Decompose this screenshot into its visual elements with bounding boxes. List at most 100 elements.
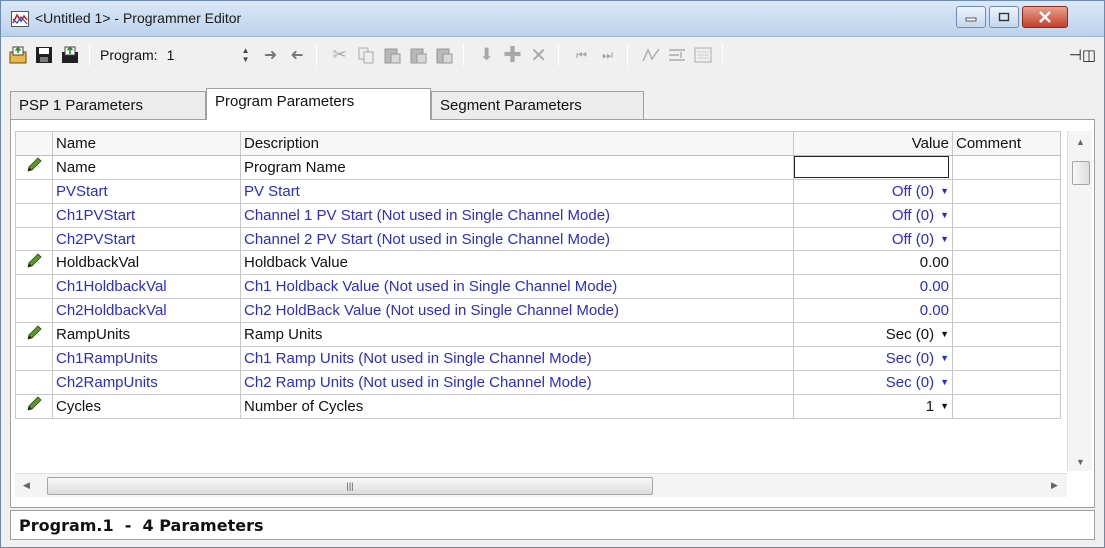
cell-name[interactable]: Ch2PVStart <box>52 226 241 252</box>
minimize-button[interactable] <box>956 6 986 28</box>
cell-comment[interactable] <box>952 226 1061 252</box>
cell-description[interactable]: Ch1 Ramp Units (Not used in Single Chann… <box>240 346 794 371</box>
table-row[interactable]: Ch2PVStart Channel 2 PV Start (Not used i… <box>15 226 1061 252</box>
cell-value[interactable]: Sec (0) ▼ <box>793 322 953 348</box>
table-row[interactable]: Ch1PVStart Channel 1 PV Start (Not used i… <box>15 202 1061 228</box>
cell-description[interactable]: Ch2 HoldBack Value (Not used in Single C… <box>240 298 794 324</box>
cell-value[interactable]: Off (0) ▼ <box>793 202 953 228</box>
pin-icon[interactable]: ⊣◫ <box>1069 46 1096 64</box>
cell-name[interactable]: Ch1PVStart <box>52 202 241 228</box>
table-row[interactable]: Ch2RampUnits Ch2 Ramp Units (Not used in … <box>15 369 1061 395</box>
column-header-description[interactable]: Description <box>240 131 794 156</box>
dropdown-arrow-icon[interactable]: ▼ <box>940 377 949 387</box>
delete-icon[interactable]: ✕ <box>528 44 550 67</box>
cell-comment[interactable] <box>952 154 1061 180</box>
cell-description[interactable]: Channel 2 PV Start (Not used in Single C… <box>240 226 794 252</box>
cell-value[interactable]: 0.00 <box>793 250 953 276</box>
table-row[interactable]: Ch1RampUnits Ch1 Ramp Units (Not used in … <box>15 346 1061 371</box>
last-icon[interactable]: ⏭ <box>597 44 619 66</box>
cell-name[interactable]: PVStart <box>52 178 241 204</box>
cell-comment[interactable] <box>952 274 1061 300</box>
add-icon[interactable]: ✚ <box>502 42 524 67</box>
paste-after-icon[interactable] <box>433 44 455 66</box>
cell-value[interactable] <box>793 154 953 180</box>
cut-icon[interactable]: ✂ <box>329 44 351 66</box>
cell-comment[interactable] <box>952 322 1061 348</box>
cell-comment[interactable] <box>952 250 1061 276</box>
tab-psp1-parameters[interactable]: PSP 1 Parameters <box>10 91 206 119</box>
align-icon[interactable] <box>666 44 688 66</box>
spinner-icon[interactable]: ▲ ▼ <box>240 44 252 66</box>
cell-description[interactable]: Number of Cycles <box>240 393 794 419</box>
first-icon[interactable]: ⏮ <box>571 44 593 66</box>
insert-down-icon[interactable]: ⬇ <box>476 44 498 66</box>
horizontal-scroll-thumb[interactable]: ||| <box>47 477 653 495</box>
scroll-up-icon[interactable]: ▲ <box>1076 137 1085 147</box>
cell-description[interactable]: Channel 1 PV Start (Not used in Single C… <box>240 202 794 228</box>
cell-comment[interactable] <box>952 393 1061 419</box>
column-header-name[interactable]: Name <box>52 131 241 156</box>
dropdown-arrow-icon[interactable]: ▼ <box>940 401 949 411</box>
cell-comment[interactable] <box>952 178 1061 204</box>
column-header-value[interactable]: Value <box>793 131 953 156</box>
cell-name[interactable]: Ch1RampUnits <box>52 346 241 371</box>
cell-name[interactable]: Ch1HoldbackVal <box>52 274 241 300</box>
cell-name[interactable]: HoldbackVal <box>52 250 241 276</box>
cell-value[interactable]: 0.00 <box>793 298 953 324</box>
paste-before-icon[interactable] <box>407 44 429 66</box>
horizontal-scrollbar[interactable]: ◀ ||| ▶ <box>15 473 1067 497</box>
tab-program-parameters[interactable]: Program Parameters <box>206 88 431 120</box>
cell-value[interactable]: Off (0) ▼ <box>793 178 953 204</box>
save-as-icon[interactable] <box>59 44 81 66</box>
save-icon[interactable] <box>33 44 55 66</box>
vertical-scroll-thumb[interactable] <box>1072 161 1090 185</box>
table-row[interactable]: Name Program Name <box>15 154 1061 180</box>
arrow-right-icon[interactable]: ➜ <box>260 44 282 66</box>
dropdown-arrow-icon[interactable]: ▼ <box>940 353 949 363</box>
cell-name[interactable]: Ch2RampUnits <box>52 369 241 395</box>
cell-value[interactable]: 1 ▼ <box>793 393 953 419</box>
cell-description[interactable]: Ch1 Holdback Value (Not used in Single C… <box>240 274 794 300</box>
vertical-scrollbar[interactable]: ▲ ▼ <box>1067 131 1092 471</box>
table-row[interactable]: Ch2HoldbackVal Ch2 HoldBack Value (Not us… <box>15 298 1061 324</box>
dropdown-arrow-icon[interactable]: ▼ <box>940 210 949 220</box>
value-edit-field[interactable] <box>794 156 949 179</box>
dropdown-arrow-icon[interactable]: ▼ <box>940 186 949 196</box>
close-button[interactable] <box>1022 6 1068 28</box>
list-icon[interactable] <box>692 44 714 66</box>
cell-comment[interactable] <box>952 202 1061 228</box>
cell-value[interactable]: 0.00 <box>793 274 953 300</box>
column-header-comment[interactable]: Comment <box>952 131 1061 156</box>
cell-value[interactable]: Sec (0) ▼ <box>793 346 953 371</box>
scroll-down-icon[interactable]: ▼ <box>1076 457 1085 467</box>
scroll-right-icon[interactable]: ▶ <box>1051 480 1058 491</box>
table-row[interactable]: Cycles Number of Cycles 1 ▼ <box>15 393 1061 419</box>
cell-value[interactable]: Sec (0) ▼ <box>793 369 953 395</box>
scroll-left-icon[interactable]: ◀ <box>23 480 30 491</box>
table-row[interactable]: RampUnits Ramp Units Sec (0) ▼ <box>15 322 1061 348</box>
open-icon[interactable] <box>7 44 29 66</box>
cell-description[interactable]: PV Start <box>240 178 794 204</box>
dropdown-arrow-icon[interactable]: ▼ <box>940 329 949 339</box>
ramp-icon[interactable] <box>640 44 662 66</box>
cell-comment[interactable] <box>952 346 1061 371</box>
cell-name[interactable]: Cycles <box>52 393 241 419</box>
paste-icon[interactable] <box>381 44 403 66</box>
table-row[interactable]: HoldbackVal Holdback Value 0.00 <box>15 250 1061 276</box>
cell-comment[interactable] <box>952 369 1061 395</box>
cell-name[interactable]: Ch2HoldbackVal <box>52 298 241 324</box>
maximize-button[interactable] <box>989 6 1019 28</box>
table-row[interactable]: Ch1HoldbackVal Ch1 Holdback Value (Not us… <box>15 274 1061 300</box>
cell-description[interactable]: Ramp Units <box>240 322 794 348</box>
table-row[interactable]: PVStart PV Start Off (0) ▼ <box>15 178 1061 204</box>
cell-name[interactable]: Name <box>52 154 241 180</box>
dropdown-arrow-icon[interactable]: ▼ <box>940 234 949 244</box>
cell-description[interactable]: Holdback Value <box>240 250 794 276</box>
arrow-left-icon[interactable]: ➜ <box>286 44 308 66</box>
cell-comment[interactable] <box>952 298 1061 324</box>
cell-name[interactable]: RampUnits <box>52 322 241 348</box>
cell-value[interactable]: Off (0) ▼ <box>793 226 953 252</box>
cell-description[interactable]: Program Name <box>240 154 794 180</box>
tab-segment-parameters[interactable]: Segment Parameters <box>431 91 644 119</box>
copy-icon[interactable] <box>355 44 377 66</box>
